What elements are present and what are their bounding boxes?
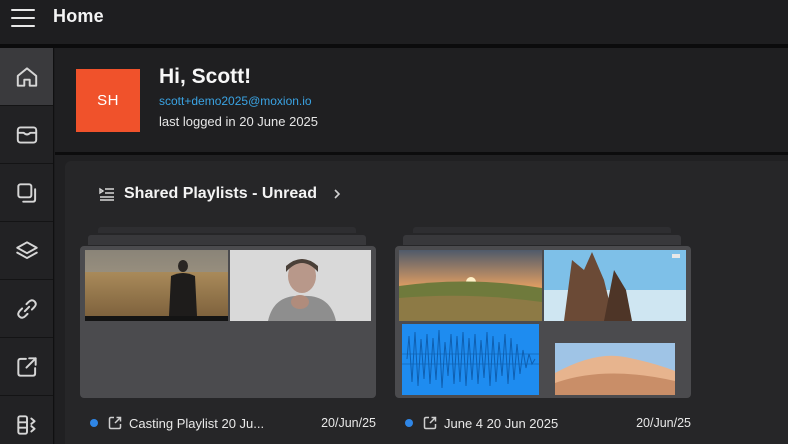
playlist-card[interactable]: Casting Playlist 20 Ju... 20/Jun/25 bbox=[80, 227, 376, 443]
home-icon bbox=[16, 66, 37, 87]
share-icon bbox=[108, 416, 122, 430]
sidebar bbox=[0, 48, 54, 444]
card-stack-layer bbox=[88, 235, 366, 245]
storage-icon bbox=[16, 414, 36, 435]
sidebar-item-storage[interactable] bbox=[0, 396, 53, 444]
card-stack-layer bbox=[98, 227, 356, 233]
avatar[interactable]: SH bbox=[76, 69, 140, 132]
card-stack-layer bbox=[403, 235, 681, 245]
chevron-right-icon bbox=[334, 189, 341, 199]
thumbnail-desert-dunes bbox=[555, 343, 675, 395]
thumbnail-field-man bbox=[85, 250, 228, 321]
playlist-name[interactable]: Casting Playlist 20 Ju... bbox=[129, 416, 309, 431]
thumbnail-thinking-man bbox=[230, 250, 371, 321]
unread-dot bbox=[405, 419, 413, 427]
user-email[interactable]: scott+demo2025@moxion.io bbox=[159, 94, 312, 108]
greeting: Hi, Scott! bbox=[159, 65, 252, 88]
section-header-shared-playlists[interactable]: Shared Playlists - Unread bbox=[99, 185, 342, 203]
playlist-date: 20/Jun/25 bbox=[321, 416, 376, 430]
sidebar-item-links[interactable] bbox=[0, 280, 53, 338]
playlist-date: 20/Jun/25 bbox=[636, 416, 691, 430]
sidebar-item-shared[interactable] bbox=[0, 338, 53, 396]
section-title: Shared Playlists - Unread bbox=[124, 185, 317, 202]
top-bar: Home bbox=[0, 0, 788, 44]
share-icon bbox=[423, 416, 437, 430]
thumbnail-mountain bbox=[544, 250, 686, 321]
share-icon bbox=[16, 356, 37, 377]
sidebar-item-copies[interactable] bbox=[0, 164, 53, 222]
link-icon bbox=[16, 298, 37, 319]
layers-icon bbox=[15, 240, 38, 259]
card-stack-layer bbox=[413, 227, 671, 233]
playlist-thumbnail[interactable] bbox=[395, 246, 691, 398]
user-profile-panel: SH Hi, Scott! scott+demo2025@moxion.io l… bbox=[55, 48, 788, 152]
playlist-icon bbox=[99, 187, 114, 201]
inbox-icon bbox=[16, 125, 37, 144]
playlist-meta: June 4 20 Jun 2025 20/Jun/25 bbox=[405, 414, 691, 432]
playlist-thumbnail[interactable] bbox=[80, 246, 376, 398]
sidebar-item-layers[interactable] bbox=[0, 222, 53, 280]
thumbnail-sunset bbox=[399, 250, 542, 321]
hamburger-menu-icon[interactable] bbox=[11, 7, 35, 29]
unread-dot bbox=[90, 419, 98, 427]
playlist-meta: Casting Playlist 20 Ju... 20/Jun/25 bbox=[90, 414, 376, 432]
page-title: Home bbox=[53, 6, 104, 26]
playlist-card[interactable]: June 4 20 Jun 2025 20/Jun/25 bbox=[395, 227, 691, 443]
sidebar-item-home[interactable] bbox=[0, 48, 53, 106]
sidebar-item-inbox[interactable] bbox=[0, 106, 53, 164]
playlist-name[interactable]: June 4 20 Jun 2025 bbox=[444, 416, 624, 431]
thumbnail-audio-waveform bbox=[399, 324, 542, 395]
copy-icon bbox=[16, 182, 36, 203]
last-login-text: last logged in 20 June 2025 bbox=[159, 114, 319, 129]
